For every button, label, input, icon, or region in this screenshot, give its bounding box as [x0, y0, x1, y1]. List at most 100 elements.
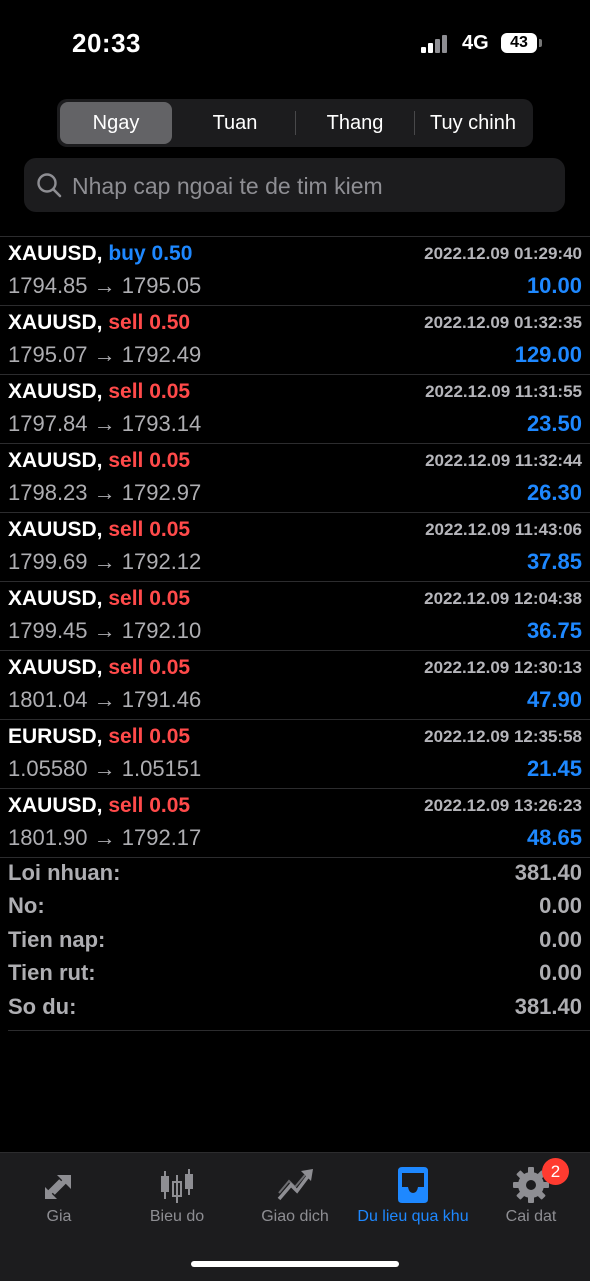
summary-row-deposit: Tien nap: 0.00 — [0, 925, 590, 958]
summary-label: So du: — [8, 993, 77, 1019]
tab-gia[interactable]: Gia — [0, 1153, 118, 1243]
trade-row[interactable]: XAUUSD, sell 0.05 2022.12.09 12:04:38 17… — [0, 581, 590, 650]
candlestick-icon — [161, 1169, 193, 1203]
summary-row-profit: Loi nhuan: 381.40 — [0, 858, 590, 891]
trade-symbol: XAUUSD, — [8, 311, 103, 334]
tab-bieu-do[interactable]: Bieu do — [118, 1153, 236, 1243]
tab-tuan[interactable]: Tuan — [177, 102, 293, 144]
trade-side: sell 0.50 — [108, 311, 191, 334]
tab-du-lieu-qua-khu[interactable]: Du lieu qua khu — [354, 1153, 472, 1243]
trade-row[interactable]: EURUSD, sell 0.05 2022.12.09 12:35:58 1.… — [0, 719, 590, 788]
summary-value: 381.40 — [514, 860, 582, 885]
tab-cai-dat[interactable]: Cai dat — [472, 1153, 590, 1243]
summary-label: Loi nhuan: — [8, 860, 121, 885]
inbox-icon — [398, 1167, 428, 1203]
home-indicator[interactable] — [191, 1261, 399, 1267]
segment-divider — [295, 111, 296, 135]
trade-profit: 48.65 — [526, 825, 582, 850]
summary-label: Tien rut: — [8, 960, 96, 986]
network-type: 4G — [462, 32, 489, 54]
trade-profit: 36.75 — [526, 618, 582, 643]
trade-row[interactable]: XAUUSD, sell 0.50 2022.12.09 01:32:35 17… — [0, 305, 590, 374]
status-time: 20:33 — [72, 28, 141, 58]
summary-divider — [8, 1030, 590, 1031]
trade-profit: 23.50 — [526, 411, 582, 436]
account-summary: Loi nhuan: 381.40 No: 0.00 Tien nap: 0.0… — [0, 858, 590, 1025]
trade-row[interactable]: XAUUSD, sell 0.05 2022.12.09 11:43:06 17… — [0, 512, 590, 581]
trade-profit: 26.30 — [526, 480, 582, 505]
trade-prices: 1799.69 → 1792.12 — [8, 549, 202, 574]
trade-prices: 1794.85 → 1795.05 — [8, 273, 202, 298]
battery-icon: 43 — [501, 33, 537, 53]
trade-profit: 129.00 — [514, 342, 582, 367]
tab-giao-dich[interactable]: Giao dich — [236, 1153, 354, 1243]
trade-side: sell 0.05 — [108, 587, 191, 610]
trade-datetime: 2022.12.09 12:35:58 — [424, 727, 582, 746]
summary-value: 0.00 — [539, 893, 582, 919]
trade-symbol: XAUUSD, — [8, 656, 103, 679]
status-bar: 20:33 4G 43 — [0, 0, 590, 90]
trade-row[interactable]: XAUUSD, buy 0.50 2022.12.09 01:29:40 179… — [0, 236, 590, 305]
trade-symbol: XAUUSD, — [8, 449, 103, 472]
trade-row[interactable]: XAUUSD, sell 0.05 2022.12.09 11:32:44 17… — [0, 443, 590, 512]
trade-symbol-line: XAUUSD, sell 0.05 — [8, 794, 190, 818]
trade-side: sell 0.05 — [108, 380, 191, 403]
tab-ngay[interactable]: Ngay — [60, 102, 172, 144]
summary-value: 0.00 — [539, 926, 582, 952]
period-segmented-control: Ngay Tuan Thang Tuy chinh — [57, 99, 533, 147]
tab-tuy-chinh[interactable]: Tuy chinh — [415, 102, 531, 144]
trade-row[interactable]: XAUUSD, sell 0.05 2022.12.09 12:30:13 18… — [0, 650, 590, 719]
trade-history-list: XAUUSD, buy 0.50 2022.12.09 01:29:40 179… — [0, 236, 590, 858]
trade-prices: 1798.23 → 1792.97 — [8, 480, 202, 505]
trade-symbol: XAUUSD, — [8, 518, 103, 541]
trade-row[interactable]: XAUUSD, sell 0.05 2022.12.09 13:26:23 18… — [0, 788, 590, 857]
trade-datetime: 2022.12.09 11:32:44 — [425, 451, 582, 470]
trade-prices: 1797.84 → 1793.14 — [8, 411, 202, 436]
trade-datetime: 2022.12.09 11:31:55 — [425, 382, 582, 401]
summary-label: No: — [8, 893, 45, 919]
trade-symbol-line: XAUUSD, sell 0.05 — [8, 587, 190, 611]
trade-symbol-line: XAUUSD, sell 0.50 — [8, 311, 190, 335]
trade-side: sell 0.05 — [108, 794, 191, 817]
trade-prices: 1801.04 → 1791.46 — [8, 687, 202, 712]
trade-prices: 1.05580 → 1.05151 — [8, 756, 202, 781]
trade-prices: 1801.90 → 1792.17 — [8, 825, 202, 850]
trade-datetime: 2022.12.09 01:29:40 — [424, 244, 582, 263]
trade-row[interactable]: XAUUSD, sell 0.05 2022.12.09 11:31:55 17… — [0, 374, 590, 443]
summary-row-balance: So du: 381.40 — [0, 992, 590, 1025]
summary-value: 381.40 — [514, 993, 582, 1019]
settings-notification-badge: 2 — [542, 1158, 569, 1185]
summary-value: 0.00 — [539, 960, 582, 986]
trade-symbol-line: XAUUSD, sell 0.05 — [8, 380, 190, 404]
trade-datetime: 2022.12.09 11:43:06 — [425, 520, 582, 539]
trade-side: sell 0.05 — [108, 518, 191, 541]
trade-prices: 1799.45 → 1792.10 — [8, 618, 202, 643]
trend-icon — [277, 1169, 313, 1201]
summary-label: Tien nap: — [8, 926, 106, 952]
trade-prices: 1795.07 → 1792.49 — [8, 342, 202, 367]
trade-datetime: 2022.12.09 12:30:13 — [424, 658, 582, 677]
battery-tip — [539, 39, 542, 47]
trade-symbol: EURUSD, — [8, 725, 103, 748]
summary-row-credit: No: 0.00 — [0, 891, 590, 924]
trade-symbol-line: EURUSD, sell 0.05 — [8, 725, 190, 749]
search-input[interactable] — [70, 158, 554, 214]
summary-row-withdrawal: Tien rut: 0.00 — [0, 958, 590, 991]
trade-side: sell 0.05 — [108, 656, 191, 679]
trade-profit: 47.90 — [526, 687, 582, 712]
trade-profit: 10.00 — [526, 273, 582, 298]
trade-symbol-line: XAUUSD, sell 0.05 — [8, 518, 190, 542]
cellular-signal-icon — [421, 35, 449, 53]
search-icon — [37, 173, 62, 198]
trade-side: sell 0.05 — [108, 725, 191, 748]
trade-profit: 37.85 — [526, 549, 582, 574]
trade-side: sell 0.05 — [108, 449, 191, 472]
tab-thang[interactable]: Thang — [297, 102, 413, 144]
trade-datetime: 2022.12.09 01:32:35 — [424, 313, 582, 332]
trade-side: buy 0.50 — [108, 242, 193, 265]
trade-symbol: XAUUSD, — [8, 794, 103, 817]
trade-symbol-line: XAUUSD, sell 0.05 — [8, 656, 190, 680]
trade-symbol: XAUUSD, — [8, 242, 103, 265]
trade-symbol-line: XAUUSD, sell 0.05 — [8, 449, 190, 473]
trade-datetime: 2022.12.09 12:04:38 — [424, 589, 582, 608]
